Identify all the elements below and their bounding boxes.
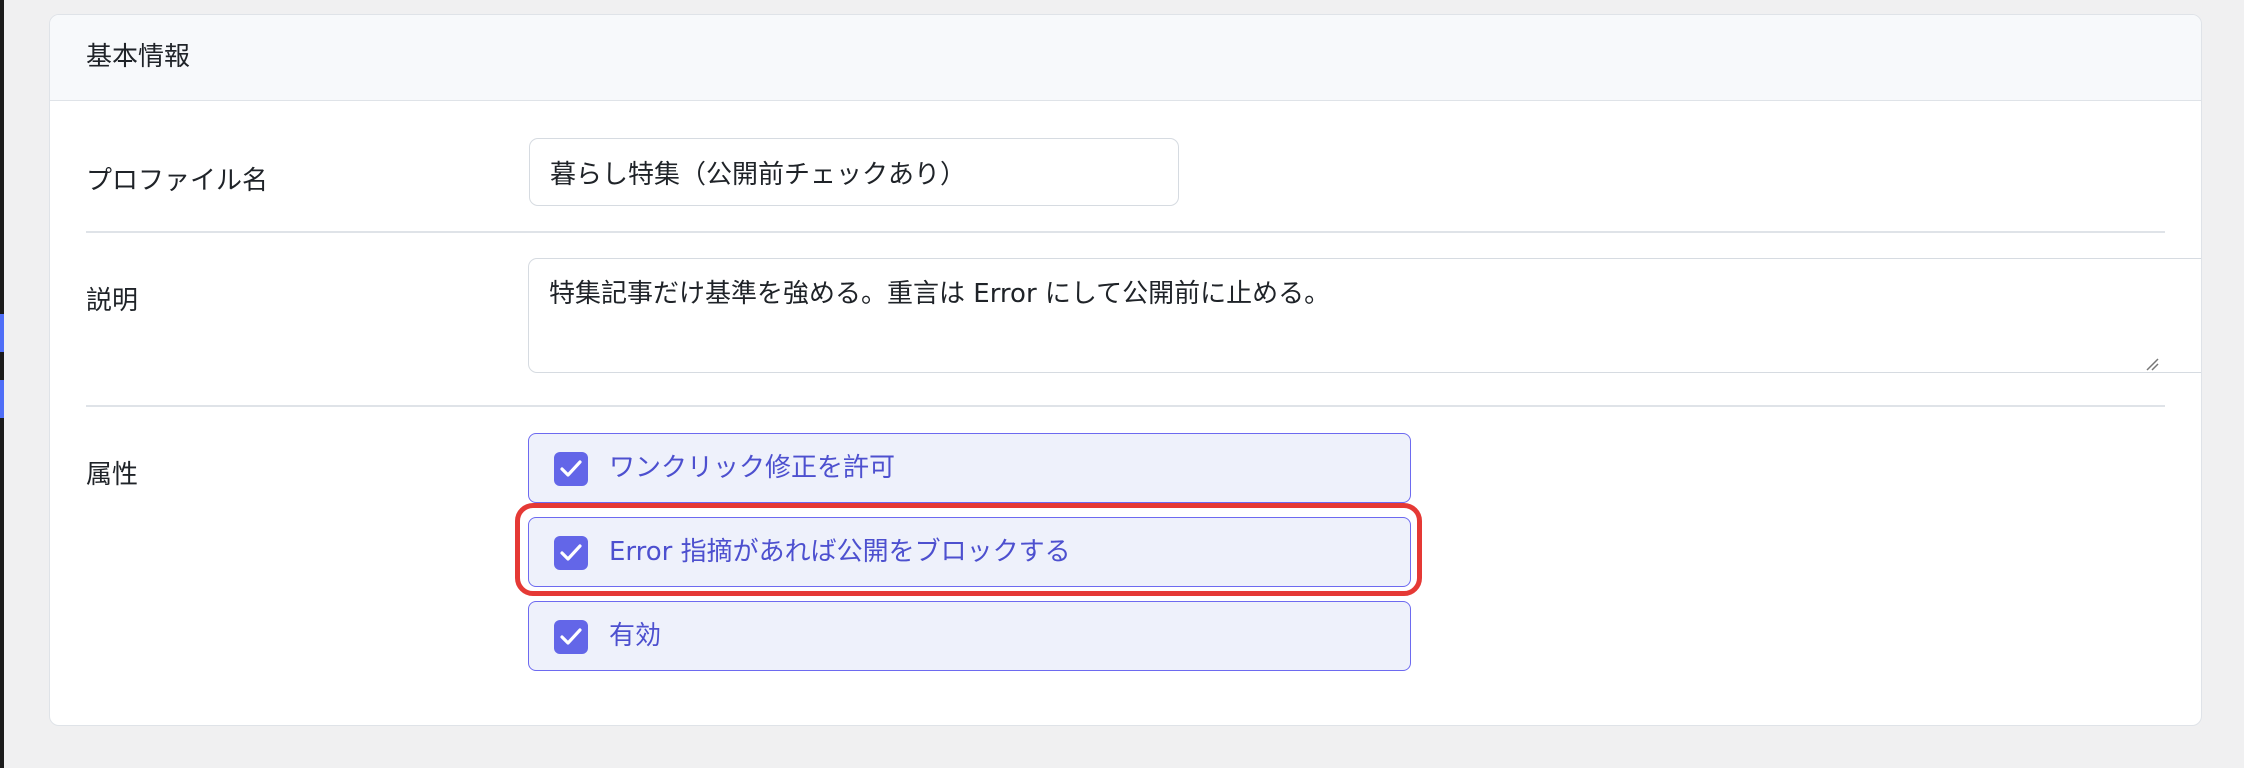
check-icon — [560, 628, 582, 645]
sidebar-active-marker — [0, 380, 4, 418]
option-enabled[interactable]: 有効 — [528, 601, 1411, 671]
checkbox-checked[interactable] — [554, 452, 588, 486]
profile-name-input[interactable] — [529, 138, 1179, 206]
divider — [86, 405, 2165, 407]
checkbox-checked[interactable] — [554, 620, 588, 654]
panel-header: 基本情報 — [50, 15, 2201, 101]
left-sidebar-edge — [0, 0, 4, 768]
option-label: Error 指摘があれば公開をブロックする — [609, 537, 1071, 567]
divider — [86, 231, 2165, 233]
description-textarea[interactable]: 特集記事だけ基準を強める。重言は Error にして公開前に止める。 — [528, 258, 2201, 373]
option-allow-one-click-fix[interactable]: ワンクリック修正を許可 — [528, 433, 1411, 503]
option-label: ワンクリック修正を許可 — [609, 453, 896, 483]
check-icon — [560, 544, 582, 561]
attributes-label: 属性 — [86, 460, 139, 490]
resize-grip-icon[interactable] — [2145, 357, 2159, 371]
profile-name-label: プロファイル名 — [86, 166, 269, 196]
section-title: 基本情報 — [86, 42, 191, 72]
description-label: 説明 — [86, 286, 139, 316]
option-block-publish-on-error[interactable]: Error 指摘があれば公開をブロックする — [528, 517, 1411, 587]
checkbox-checked[interactable] — [554, 536, 588, 570]
sidebar-active-marker — [0, 314, 4, 352]
option-label: 有効 — [609, 621, 662, 651]
basic-info-panel: 基本情報 プロファイル名 説明 特集記事だけ基準を強める。重言は Error に… — [49, 14, 2202, 726]
check-icon — [560, 460, 582, 477]
